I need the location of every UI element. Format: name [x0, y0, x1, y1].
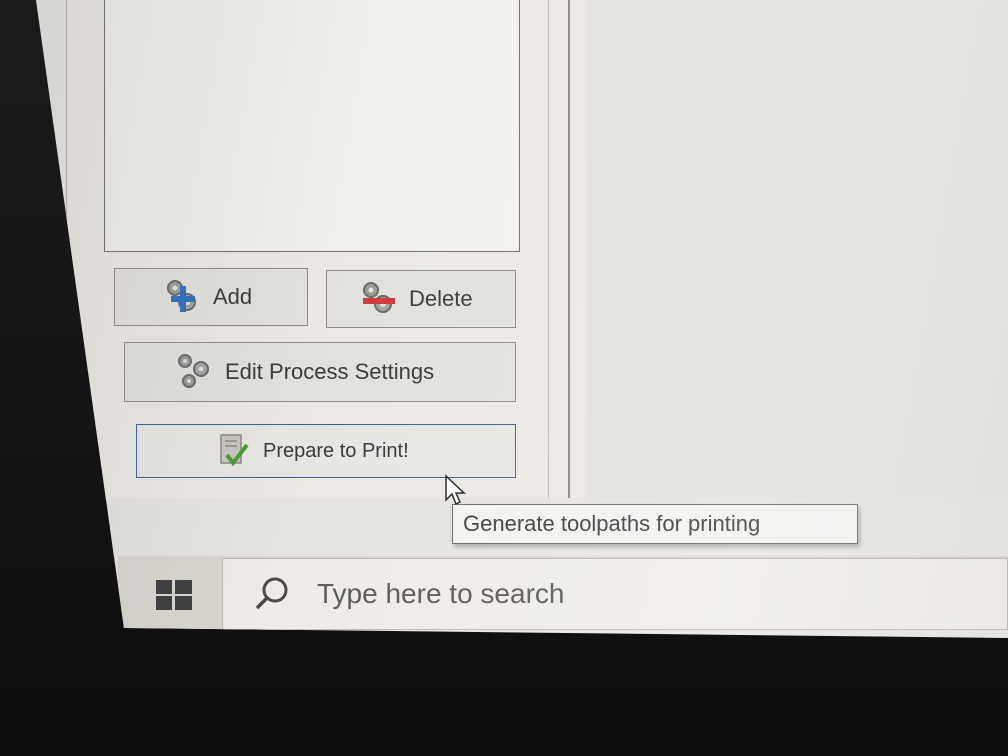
screen: Add Delete Edit Process Settings Prepare…: [36, 0, 1008, 638]
tooltip-text: Generate toolpaths for printing: [463, 511, 761, 536]
process-list[interactable]: [104, 0, 520, 252]
tooltip: Generate toolpaths for printing: [452, 504, 858, 544]
mouse-cursor-icon: [445, 474, 466, 506]
search-icon: [255, 577, 288, 610]
panel-edge: [548, 0, 549, 498]
windows-logo-icon: [156, 580, 192, 610]
delete-button-label: Delete: [409, 286, 473, 311]
gears-add-icon: [163, 278, 203, 316]
add-button[interactable]: Add: [114, 268, 308, 326]
edit-process-settings-label: Edit Process Settings: [225, 359, 435, 384]
add-button-label: Add: [213, 284, 253, 309]
prepare-to-print-button[interactable]: Prepare to Print!: [136, 424, 516, 478]
delete-button[interactable]: Delete: [326, 270, 516, 328]
gears-delete-icon: [359, 280, 399, 318]
gears-icon: [175, 353, 215, 391]
search-placeholder: Type here to search: [317, 578, 565, 609]
taskbar-search-box[interactable]: Type here to search: [222, 558, 1008, 630]
panel-divider[interactable]: [568, 0, 570, 498]
preview-area: [572, 0, 1008, 500]
edit-process-settings-button[interactable]: Edit Process Settings: [124, 342, 516, 402]
start-button[interactable]: [146, 570, 202, 620]
prepare-to-print-label: Prepare to Print!: [263, 439, 409, 462]
document-check-icon: [217, 433, 249, 469]
